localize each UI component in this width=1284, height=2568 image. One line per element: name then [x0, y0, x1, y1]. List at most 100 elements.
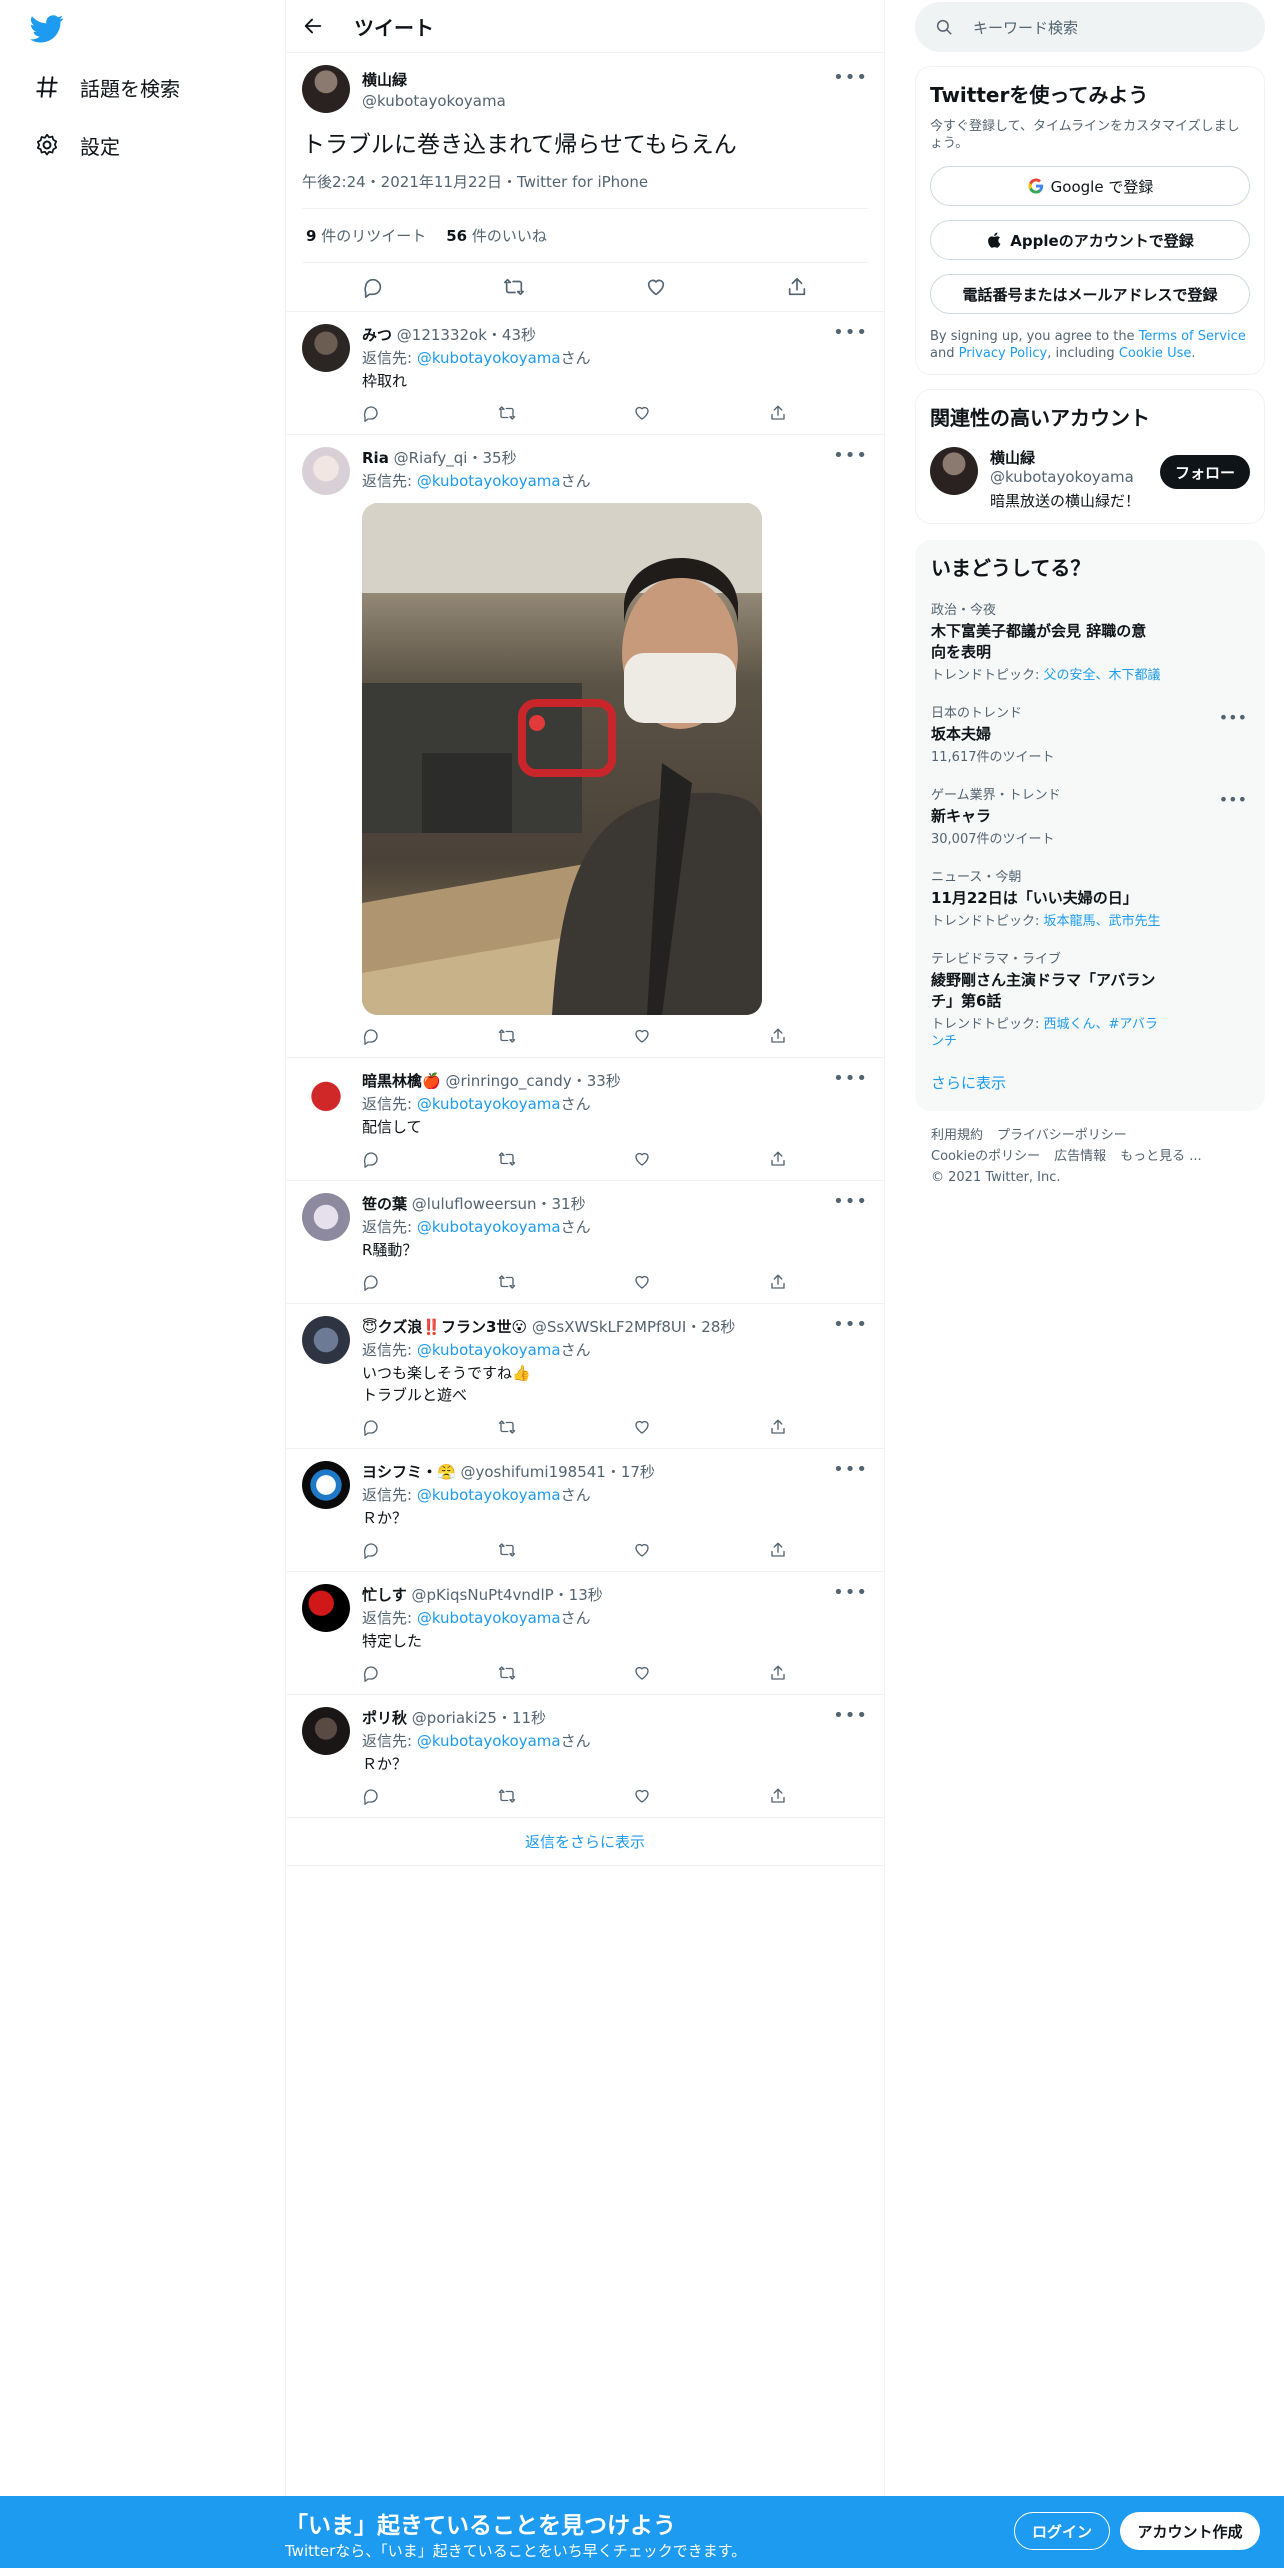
reply-author-name[interactable]: ポリ秋 [362, 1709, 407, 1727]
reply-time[interactable]: ・28秒 [686, 1318, 735, 1336]
avatar[interactable] [302, 324, 350, 372]
more-options-icon[interactable]: ••• [1219, 708, 1247, 727]
nav-item-explore[interactable]: 話題を検索 [34, 67, 180, 107]
share-icon[interactable] [769, 1787, 787, 1805]
share-icon[interactable] [769, 1418, 787, 1436]
reply-time[interactable]: ・17秒 [606, 1463, 655, 1481]
reply-time[interactable]: ・13秒 [554, 1586, 603, 1604]
reply-item[interactable]: Ria @Riafy_qi・35秒 返信先: @kubotayokoyamaさん [286, 435, 884, 1058]
reply-to-link[interactable]: @kubotayokoyama [417, 349, 561, 367]
avatar[interactable] [302, 1070, 350, 1118]
footer-ads-link[interactable]: 広告情報 [1054, 1149, 1106, 1164]
reply-author-name[interactable]: 忙しす [362, 1586, 407, 1604]
retweet-icon[interactable] [498, 1664, 516, 1682]
privacy-policy-link[interactable]: Privacy Policy [959, 346, 1048, 361]
reply-to-link[interactable]: @kubotayokoyama [417, 1486, 561, 1504]
reply-time[interactable]: ・43秒 [487, 326, 536, 344]
reply-icon[interactable] [362, 1418, 380, 1436]
reply-author-name[interactable]: 暗黒林檎🍎 [362, 1072, 441, 1090]
attached-photo[interactable] [362, 503, 762, 1015]
reply-author-handle[interactable]: @rinringo_candy [445, 1072, 571, 1090]
avatar[interactable] [302, 447, 350, 495]
reply-time[interactable]: ・35秒 [467, 449, 516, 467]
tweet-meta[interactable]: 午後2:24・2021年11月22日・Twitter for iPhone [302, 171, 868, 209]
trend-item[interactable]: ゲーム業界・トレンド 新キャラ 30,007件のツイート ••• [931, 784, 1249, 848]
retweet-icon[interactable] [498, 1787, 516, 1805]
footer-privacy-link[interactable]: プライバシーポリシー [997, 1128, 1127, 1143]
share-icon[interactable] [769, 1273, 787, 1291]
share-icon[interactable] [769, 1541, 787, 1559]
reply-to-link[interactable]: @kubotayokoyama [417, 1341, 561, 1359]
signup-button[interactable]: アカウント作成 [1120, 2512, 1260, 2550]
reply-icon[interactable] [362, 1273, 380, 1291]
like-icon[interactable] [633, 1787, 651, 1805]
cookie-use-link[interactable]: Cookie Use [1119, 346, 1192, 361]
apple-signup-button[interactable]: Appleのアカウントで登録 [930, 220, 1250, 260]
show-more-replies-link[interactable]: 返信をさらに表示 [286, 1818, 884, 1866]
reply-author-name[interactable]: 😇クズ浪‼️フラン3世😮 [362, 1318, 527, 1336]
related-account[interactable]: 横山緑 @kubotayokoyama 暗黒放送の横山緑だ！ フォロー [930, 447, 1250, 511]
follow-button[interactable]: フォロー [1160, 455, 1250, 489]
reply-item[interactable]: ポリ秋 @poriaki25・11秒 返信先: @kubotayokoyamaさ… [286, 1695, 884, 1818]
phone-signup-button[interactable]: 電話番号またはメールアドレスで登録 [930, 274, 1250, 314]
reply-item[interactable]: 暗黒林檎🍎 @rinringo_candy・33秒 返信先: @kubotayo… [286, 1058, 884, 1181]
trend-item[interactable]: 政治・今夜 木下富美子都議が会見 辞職の意向を表明 トレンドトピック: 父の安全… [931, 599, 1249, 684]
reply-icon[interactable] [362, 1150, 380, 1168]
reply-item[interactable]: 😇クズ浪‼️フラン3世😮 @SsXWSkLF2MPf8UI・28秒 返信先: @… [286, 1304, 884, 1449]
more-options-icon[interactable]: ••• [833, 322, 868, 343]
trend-item[interactable]: テレビドラマ・ライブ 綾野剛さん主演ドラマ「アバランチ」第6話 トレンドトピック… [931, 948, 1249, 1050]
retweet-icon[interactable] [498, 404, 516, 422]
back-arrow-icon[interactable] [302, 15, 324, 37]
reply-author-name[interactable]: 笹の葉 [362, 1195, 407, 1213]
footer-terms-link[interactable]: 利用規約 [931, 1128, 983, 1143]
avatar[interactable] [302, 1584, 350, 1632]
reply-author-handle[interactable]: @121332ok [397, 326, 487, 344]
retweet-icon[interactable] [498, 1541, 516, 1559]
trends-show-more-link[interactable]: さらに表示 [931, 1072, 1249, 1093]
reply-to-link[interactable]: @kubotayokoyama [417, 1218, 561, 1236]
retweets-stat[interactable]: 9 件のリツイート [306, 225, 426, 246]
reply-time[interactable]: ・11秒 [497, 1709, 546, 1727]
like-icon[interactable] [633, 1150, 651, 1168]
more-options-icon[interactable]: ••• [833, 1459, 868, 1480]
like-icon[interactable] [633, 1664, 651, 1682]
google-signup-button[interactable]: Google で登録 [930, 166, 1250, 206]
share-icon[interactable] [769, 1664, 787, 1682]
likes-stat[interactable]: 56 件のいいね [446, 225, 547, 246]
related-handle[interactable]: @kubotayokoyama [990, 468, 1140, 486]
avatar[interactable] [302, 1461, 350, 1509]
search-input[interactable]: キーワード検索 [915, 2, 1265, 52]
more-options-icon[interactable]: ••• [833, 1068, 868, 1089]
retweet-icon[interactable] [498, 1027, 516, 1045]
reply-to-link[interactable]: @kubotayokoyama [417, 1609, 561, 1627]
trend-topic-links[interactable]: 坂本龍馬、武市先生 [1044, 914, 1161, 929]
more-options-icon[interactable]: ••• [833, 1314, 868, 1335]
reply-to-link[interactable]: @kubotayokoyama [417, 1732, 561, 1750]
related-name[interactable]: 横山緑 [990, 447, 1140, 468]
reply-author-name[interactable]: みつ [362, 326, 392, 344]
nav-item-settings[interactable]: 設定 [34, 125, 120, 165]
reply-time[interactable]: ・31秒 [537, 1195, 586, 1213]
reply-icon[interactable] [362, 1664, 380, 1682]
author-handle[interactable]: @kubotayokoyama [362, 92, 506, 110]
reply-icon[interactable] [362, 276, 384, 298]
avatar[interactable] [302, 1316, 350, 1364]
like-icon[interactable] [633, 404, 651, 422]
reply-author-name[interactable]: Ria [362, 449, 389, 467]
reply-author-handle[interactable]: @pKiqsNuPt4vndlP [411, 1586, 553, 1604]
avatar[interactable] [302, 1707, 350, 1755]
reply-item[interactable]: 笹の葉 @lulufloweersun・31秒 返信先: @kubotayoko… [286, 1181, 884, 1304]
like-icon[interactable] [633, 1418, 651, 1436]
share-icon[interactable] [769, 404, 787, 422]
reply-item[interactable]: 忙しす @pKiqsNuPt4vndlP・13秒 返信先: @kubotayok… [286, 1572, 884, 1695]
footer-more-link[interactable]: もっと見る ... [1120, 1149, 1202, 1164]
avatar[interactable] [302, 65, 350, 113]
reply-item[interactable]: ヨシフミ・😤 @yoshifumi198541・17秒 返信先: @kubota… [286, 1449, 884, 1572]
reply-icon[interactable] [362, 1787, 380, 1805]
like-icon[interactable] [633, 1027, 651, 1045]
reply-author-handle[interactable]: @lulufloweersun [412, 1195, 537, 1213]
like-icon[interactable] [633, 1541, 651, 1559]
reply-author-handle[interactable]: @poriaki25 [412, 1709, 497, 1727]
twitter-logo-icon[interactable] [30, 14, 64, 44]
more-options-icon[interactable]: ••• [1219, 790, 1247, 809]
